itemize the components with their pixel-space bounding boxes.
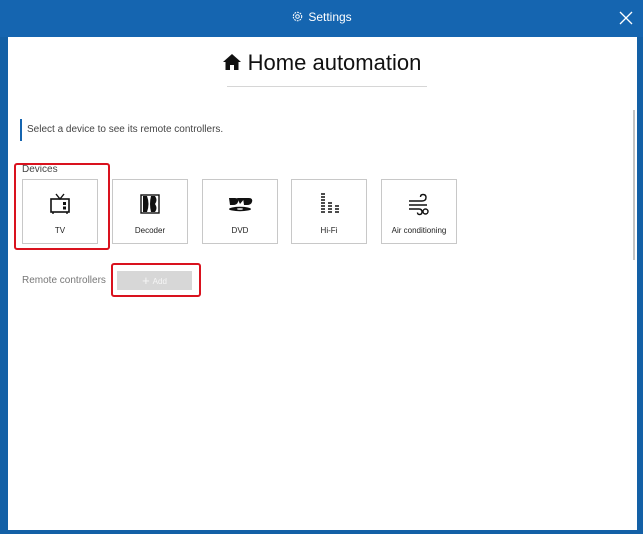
close-icon[interactable] — [617, 9, 635, 27]
device-label-decoder: Decoder — [134, 226, 166, 235]
device-hint: Select a device to see its remote contro… — [20, 119, 223, 141]
device-label-air-conditioning: Air conditioning — [391, 226, 447, 235]
home-icon — [222, 54, 241, 70]
decoder-icon — [140, 194, 160, 214]
remote-controllers-label: Remote controllers — [22, 275, 106, 286]
device-tile-air-conditioning[interactable]: Air conditioning — [381, 179, 457, 244]
window-title: Settings — [0, 10, 643, 24]
device-label-dvd: DVD — [231, 226, 249, 235]
page-header: Home automation — [0, 50, 643, 87]
highlight-add-button — [111, 263, 201, 297]
scrollbar[interactable] — [633, 110, 635, 260]
device-tile-dvd[interactable]: DVD — [202, 179, 278, 244]
dvd-icon — [229, 198, 253, 212]
page-title: Home automation — [247, 50, 422, 75]
gear-icon — [293, 11, 303, 22]
hifi-icon — [321, 193, 339, 213]
device-label-hifi: Hi-Fi — [320, 226, 338, 235]
title-bar: Settings — [0, 0, 643, 37]
device-tile-hifi[interactable]: Hi-Fi — [291, 179, 367, 244]
air-conditioning-icon — [409, 193, 429, 216]
window-title-text: Settings — [308, 10, 352, 24]
title-underline — [227, 86, 427, 87]
highlight-tv-tile — [14, 163, 110, 250]
settings-window — [0, 0, 643, 534]
device-tile-decoder[interactable]: Decoder — [112, 179, 188, 244]
